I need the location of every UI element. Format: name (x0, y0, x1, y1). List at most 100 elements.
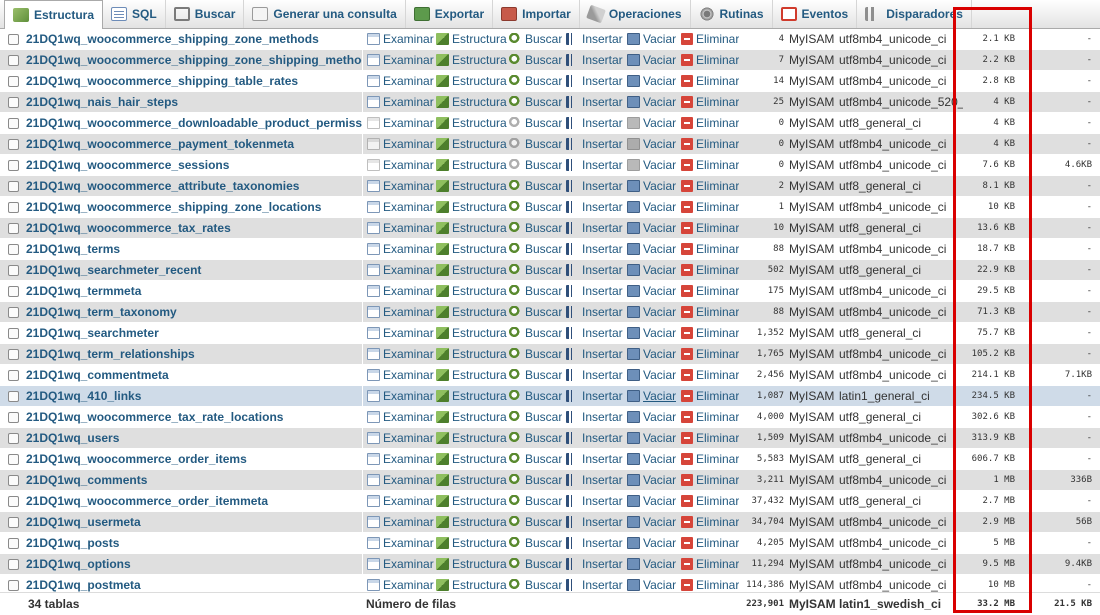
row-checkbox[interactable] (8, 454, 19, 465)
structure-action[interactable]: Estructura (436, 218, 507, 238)
insert-action[interactable]: Insertar (566, 197, 623, 217)
table-name-link[interactable]: 21DQ1wq_searchmeter_recent (26, 260, 362, 280)
row-checkbox[interactable] (8, 370, 19, 381)
browse-action[interactable]: Examinar (367, 449, 434, 469)
browse-action[interactable]: Examinar (367, 260, 434, 280)
table-name-link[interactable]: 21DQ1wq_woocommerce_shipping_table_rates (26, 71, 362, 91)
empty-action[interactable]: Vaciar (627, 386, 676, 406)
table-name-link[interactable]: 21DQ1wq_woocommerce_shipping_zone_locati… (26, 197, 362, 217)
table-name-link[interactable]: 21DQ1wq_woocommerce_downloadable_product… (26, 113, 362, 133)
tab-rutinas[interactable]: Rutinas (691, 0, 773, 28)
structure-action[interactable]: Estructura (436, 365, 507, 385)
row-checkbox[interactable] (8, 412, 19, 423)
row-checkbox[interactable] (8, 517, 19, 528)
empty-action[interactable]: Vaciar (627, 533, 676, 553)
insert-action[interactable]: Insertar (566, 71, 623, 91)
search-action[interactable]: Buscar (509, 491, 562, 511)
empty-action[interactable]: Vaciar (627, 302, 676, 322)
empty-action[interactable]: Vaciar (627, 428, 676, 448)
search-action[interactable]: Buscar (509, 302, 562, 322)
insert-action[interactable]: Insertar (566, 260, 623, 280)
structure-action[interactable]: Estructura (436, 281, 507, 301)
empty-action[interactable]: Vaciar (627, 407, 676, 427)
browse-action[interactable]: Examinar (367, 239, 434, 259)
structure-action[interactable]: Estructura (436, 29, 507, 49)
browse-action[interactable]: Examinar (367, 218, 434, 238)
table-name-link[interactable]: 21DQ1wq_terms (26, 239, 362, 259)
insert-action[interactable]: Insertar (566, 92, 623, 112)
tab-generar-una-consulta[interactable]: Generar una consulta (244, 0, 406, 28)
search-action[interactable]: Buscar (509, 92, 562, 112)
row-checkbox[interactable] (8, 181, 19, 192)
search-action[interactable]: Buscar (509, 512, 562, 532)
structure-action[interactable]: Estructura (436, 176, 507, 196)
tab-eventos[interactable]: Eventos (773, 0, 858, 28)
insert-action[interactable]: Insertar (566, 281, 623, 301)
browse-action[interactable]: Examinar (367, 554, 434, 574)
structure-action[interactable]: Estructura (436, 239, 507, 259)
table-name-link[interactable]: 21DQ1wq_commentmeta (26, 365, 362, 385)
row-checkbox[interactable] (8, 286, 19, 297)
insert-action[interactable]: Insertar (566, 512, 623, 532)
insert-action[interactable]: Insertar (566, 344, 623, 364)
row-checkbox[interactable] (8, 580, 19, 591)
browse-action[interactable]: Examinar (367, 512, 434, 532)
browse-action[interactable]: Examinar (367, 197, 434, 217)
search-action[interactable]: Buscar (509, 386, 562, 406)
browse-action[interactable]: Examinar (367, 92, 434, 112)
row-checkbox[interactable] (8, 391, 19, 402)
insert-action[interactable]: Insertar (566, 491, 623, 511)
insert-action[interactable]: Insertar (566, 155, 623, 175)
structure-action[interactable]: Estructura (436, 512, 507, 532)
table-name-link[interactable]: 21DQ1wq_termmeta (26, 281, 362, 301)
structure-action[interactable]: Estructura (436, 407, 507, 427)
row-checkbox[interactable] (8, 118, 19, 129)
table-name-link[interactable]: 21DQ1wq_woocommerce_attribute_taxonomies (26, 176, 362, 196)
table-name-link[interactable]: 21DQ1wq_users (26, 428, 362, 448)
tab-estructura[interactable]: Estructura (4, 0, 104, 30)
insert-action[interactable]: Insertar (566, 428, 623, 448)
tab-operaciones[interactable]: Operaciones (580, 0, 691, 28)
insert-action[interactable]: Insertar (566, 407, 623, 427)
empty-action[interactable]: Vaciar (627, 197, 676, 217)
search-action[interactable]: Buscar (509, 71, 562, 91)
search-action[interactable]: Buscar (509, 260, 562, 280)
browse-action[interactable]: Examinar (367, 302, 434, 322)
structure-action[interactable]: Estructura (436, 323, 507, 343)
structure-action[interactable]: Estructura (436, 449, 507, 469)
empty-action[interactable]: Vaciar (627, 512, 676, 532)
table-name-link[interactable]: 21DQ1wq_woocommerce_sessions (26, 155, 362, 175)
structure-action[interactable]: Estructura (436, 155, 507, 175)
table-name-link[interactable]: 21DQ1wq_term_relationships (26, 344, 362, 364)
browse-action[interactable]: Examinar (367, 428, 434, 448)
empty-action[interactable]: Vaciar (627, 92, 676, 112)
empty-action[interactable]: Vaciar (627, 491, 676, 511)
table-name-link[interactable]: 21DQ1wq_woocommerce_order_items (26, 449, 362, 469)
empty-action[interactable]: Vaciar (627, 449, 676, 469)
search-action[interactable]: Buscar (509, 239, 562, 259)
empty-action[interactable]: Vaciar (627, 260, 676, 280)
row-checkbox[interactable] (8, 223, 19, 234)
browse-action[interactable]: Examinar (367, 386, 434, 406)
insert-action[interactable]: Insertar (566, 533, 623, 553)
row-checkbox[interactable] (8, 55, 19, 66)
insert-action[interactable]: Insertar (566, 29, 623, 49)
insert-action[interactable]: Insertar (566, 386, 623, 406)
search-action[interactable]: Buscar (509, 50, 562, 70)
empty-action[interactable]: Vaciar (627, 323, 676, 343)
browse-action[interactable]: Examinar (367, 344, 434, 364)
search-action[interactable]: Buscar (509, 554, 562, 574)
table-name-link[interactable]: 21DQ1wq_nais_hair_steps (26, 92, 362, 112)
structure-action[interactable]: Estructura (436, 491, 507, 511)
empty-action[interactable]: Vaciar (627, 281, 676, 301)
tab-sql[interactable]: SQL (103, 0, 166, 28)
browse-action[interactable]: Examinar (367, 365, 434, 385)
table-name-link[interactable]: 21DQ1wq_woocommerce_shipping_zone_shippi… (26, 50, 362, 70)
table-name-link[interactable]: 21DQ1wq_410_links (26, 386, 362, 406)
search-action[interactable]: Buscar (509, 365, 562, 385)
row-checkbox[interactable] (8, 139, 19, 150)
table-name-link[interactable]: 21DQ1wq_usermeta (26, 512, 362, 532)
row-checkbox[interactable] (8, 97, 19, 108)
structure-action[interactable]: Estructura (436, 71, 507, 91)
search-action[interactable]: Buscar (509, 449, 562, 469)
